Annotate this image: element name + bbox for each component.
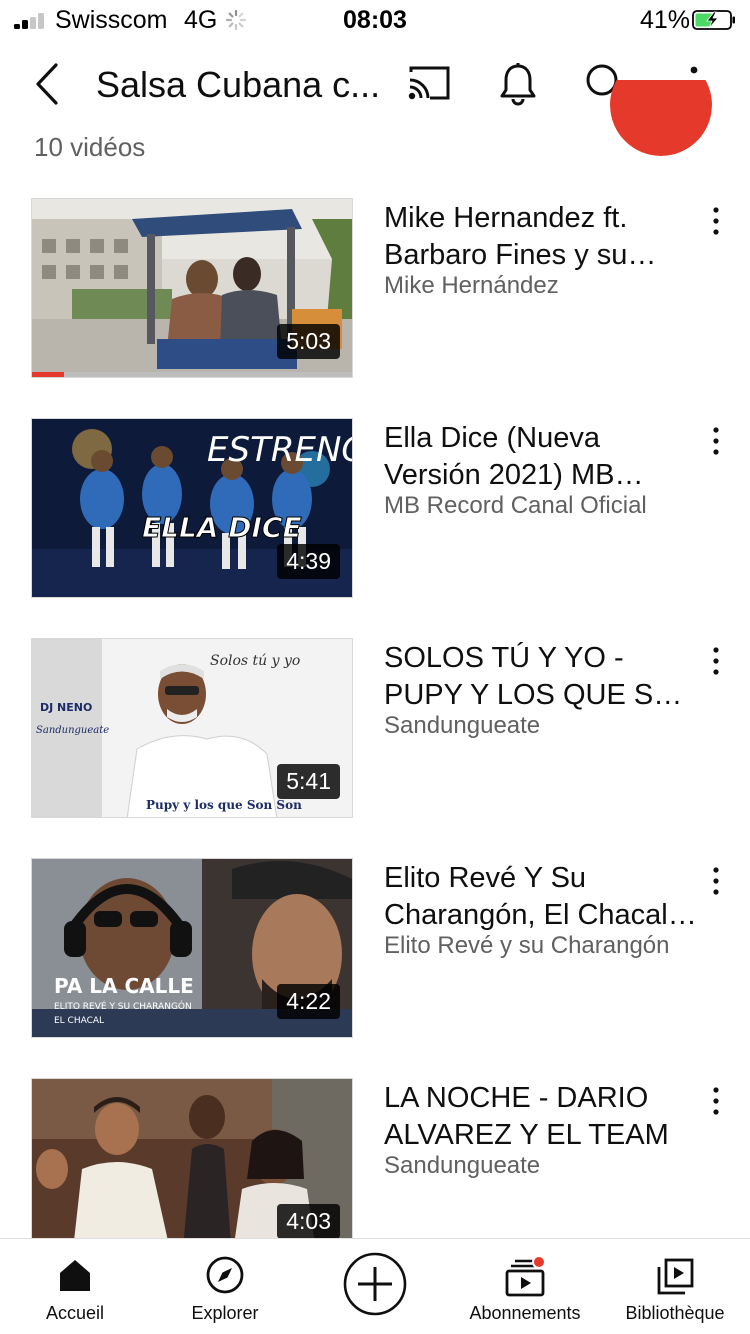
cast-icon[interactable]: [406, 64, 452, 104]
video-duration: 4:39: [277, 544, 340, 579]
video-title[interactable]: Mike Hernandez ft. Barbaro Fines y su Ma…: [384, 200, 702, 274]
nav-item-subscriptions[interactable]: Abonnements: [450, 1239, 600, 1334]
video-duration: 4:03: [277, 1204, 340, 1239]
video-row-1[interactable]: 5:03 Mike Hernandez ft. Barbaro Fines y …: [0, 196, 750, 380]
playlist-video-count: 10 vidéos: [34, 132, 146, 162]
video-thumbnail[interactable]: ESTRENO ELLA DICE 4:39: [31, 418, 353, 598]
video-thumbnail[interactable]: 5:03: [31, 198, 353, 378]
video-title[interactable]: Ella Dice (Nueva Versión 2021) MB Record: [384, 420, 702, 494]
video-row-5[interactable]: 4:03 LA NOCHE - DARIO ALVAREZ Y EL TEAM …: [0, 1076, 750, 1260]
more-vert-icon[interactable]: [704, 866, 728, 896]
video-duration: 4:22: [277, 984, 340, 1019]
video-channel[interactable]: MB Record Canal Oficial: [384, 492, 702, 520]
more-vert-icon[interactable]: [704, 426, 728, 456]
video-title[interactable]: Elito Revé Y Su Charangón, El Chacal - P…: [384, 860, 702, 934]
nav-label-home: Accueil: [45, 1303, 105, 1323]
thumb-text-solos: Solos tú y yo: [210, 653, 300, 669]
video-duration: 5:41: [277, 764, 340, 799]
nav-label-library: Bibliothèque: [625, 1303, 725, 1323]
more-vert-icon[interactable]: [704, 206, 728, 236]
play-all-button[interactable]: [610, 80, 712, 156]
home-icon: [60, 1260, 90, 1291]
more-vert-icon[interactable]: [704, 1086, 728, 1116]
video-row-3[interactable]: Solos tú y yo DJ NENO Sandungueate Pupy …: [0, 636, 750, 820]
video-thumbnail[interactable]: PA LA CALLE ELITO REVÉ Y SU CHARANGÓN EL…: [31, 858, 353, 1038]
thumb-text-chacal: EL CHACAL: [54, 1016, 104, 1026]
bottom-navigation: Accueil Explorer Abonnements Bibliothèqu…: [0, 1238, 750, 1334]
create-button[interactable]: [300, 1239, 450, 1334]
battery-percent: 41%: [640, 6, 691, 34]
nav-label-subscriptions: Abonnements: [469, 1303, 581, 1323]
more-vert-icon[interactable]: [704, 646, 728, 676]
video-row-2[interactable]: ESTRENO ELLA DICE 4:39 Ella Dice (Nueva …: [0, 416, 750, 600]
video-channel[interactable]: Sandungueate: [384, 1152, 702, 1180]
video-title[interactable]: SOLOS TÚ Y YO - PUPY Y LOS QUE SON SON: [384, 640, 702, 714]
thumb-text-ella-dice: ELLA DICE: [142, 511, 302, 544]
back-chevron-icon[interactable]: [28, 62, 64, 106]
video-channel[interactable]: Sandungueate: [384, 712, 702, 740]
compass-icon: [206, 1256, 244, 1294]
video-thumbnail[interactable]: Solos tú y yo DJ NENO Sandungueate Pupy …: [31, 638, 353, 818]
watch-progress-bar: [32, 372, 352, 377]
video-title[interactable]: LA NOCHE - DARIO ALVAREZ Y EL TEAM: [384, 1080, 702, 1154]
thumb-text-sandungueate: Sandungueate: [36, 725, 109, 736]
nav-item-library[interactable]: Bibliothèque: [600, 1239, 750, 1334]
video-channel[interactable]: Mike Hernández: [384, 272, 702, 300]
clock: 08:03: [343, 6, 407, 34]
library-icon: [657, 1258, 694, 1295]
thumb-text-pa-la-calle: PA LA CALLE: [54, 974, 194, 998]
thumb-text-elito: ELITO REVÉ Y SU CHARANGÓN: [54, 1000, 192, 1012]
thumb-text-dj-neno: DJ NENO: [40, 701, 92, 714]
nav-item-explore[interactable]: Explorer: [150, 1239, 300, 1334]
battery-charging-icon: [692, 10, 735, 30]
nav-label-explore: Explorer: [191, 1303, 259, 1323]
page-title: Salsa Cubana c...: [96, 64, 381, 105]
thumb-text-estreno: ESTRENO: [207, 430, 353, 470]
video-thumbnail[interactable]: 4:03: [31, 1078, 353, 1240]
status-bar: Swisscom 4G 08:03 41%: [0, 0, 750, 40]
video-channel[interactable]: Elito Revé y su Charangón: [384, 932, 702, 960]
bell-icon[interactable]: [498, 62, 538, 106]
video-duration: 5:03: [277, 324, 340, 359]
video-row-4[interactable]: PA LA CALLE ELITO REVÉ Y SU CHARANGÓN EL…: [0, 856, 750, 1040]
thumb-text-pupy: Pupy y los que Son Son: [146, 798, 302, 812]
add-circle-icon: [343, 1252, 407, 1316]
nav-item-home[interactable]: Accueil: [0, 1239, 150, 1334]
new-content-dot: [532, 1255, 546, 1269]
